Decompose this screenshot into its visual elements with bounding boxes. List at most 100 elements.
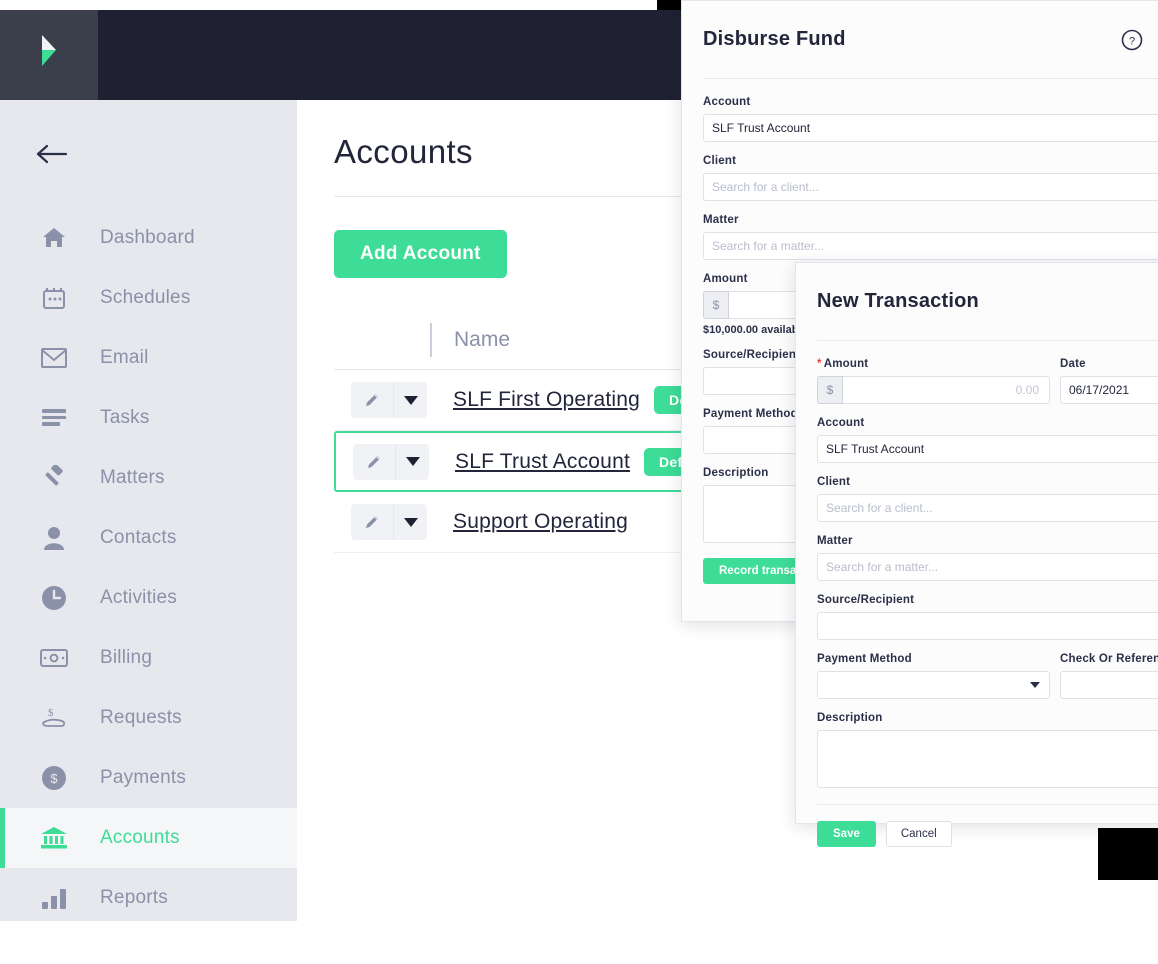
row-actions [334, 382, 430, 418]
hand-money-icon: $ [22, 705, 86, 731]
sidebar-collapse-button[interactable] [0, 100, 297, 208]
cancel-button[interactable]: Cancel [885, 821, 952, 847]
field-label: Date [1060, 358, 1086, 370]
sidebar-item-label: Dashboard [100, 227, 195, 248]
envelope-icon [22, 348, 86, 368]
payment-check-row: Payment Method Check Or Reference No. [817, 653, 1158, 712]
row-dropdown-button[interactable] [393, 504, 427, 540]
dialog-header-actions: ? [1121, 29, 1158, 51]
sidebar-item-label: Billing [100, 647, 153, 668]
description-textarea[interactable] [817, 730, 1158, 788]
field-label: Account [817, 417, 865, 429]
client-search-input[interactable]: Search for a client... [817, 494, 1158, 522]
field-label: Description [817, 712, 883, 724]
banknote-icon [22, 649, 86, 667]
sidebar-item-schedules[interactable]: Schedules [0, 268, 297, 328]
amount-input-group: $ 0.00 [817, 376, 1050, 404]
currency-prefix: $ [817, 376, 843, 404]
account-input[interactable]: SLF Trust Account [817, 435, 1158, 463]
pencil-icon [368, 455, 380, 468]
matter-search-input[interactable]: Search for a matter... [817, 553, 1158, 581]
field-matter: Matter Search for a matter... [817, 535, 1158, 581]
sidebar-item-accounts[interactable]: Accounts [0, 808, 297, 868]
date-input[interactable]: 06/17/2021 [1060, 376, 1158, 404]
dialog-title: New Transaction [817, 290, 979, 312]
pencil-icon [366, 394, 378, 406]
home-icon [22, 226, 86, 250]
sidebar-item-label: Matters [100, 467, 165, 488]
sidebar-item-contacts[interactable]: Contacts [0, 508, 297, 568]
amount-input[interactable]: 0.00 [843, 376, 1050, 404]
field-source-recipient: Source/Recipient [817, 594, 1158, 640]
question-circle-icon[interactable]: ? [1121, 29, 1143, 51]
column-label-name: Name [454, 327, 511, 351]
field-account: Account SLF Trust Account [817, 417, 1158, 463]
sidebar-item-label: Schedules [100, 287, 191, 308]
sidebar-item-dashboard[interactable]: Dashboard [0, 208, 297, 268]
matter-search-input[interactable]: Search for a matter... [703, 232, 1158, 260]
sidebar-item-tasks[interactable]: Tasks [0, 388, 297, 448]
sidebar-item-requests[interactable]: $ Requests [0, 688, 297, 748]
field-account: Account SLF Trust Account [703, 96, 1158, 142]
row-name-cell: Support Operating [430, 510, 628, 534]
calendar-icon [22, 286, 86, 310]
sidebar-item-label: Payments [100, 767, 187, 788]
field-description: Description [817, 712, 1158, 788]
account-link[interactable]: SLF Trust Account [455, 450, 630, 474]
disburse-dialog-header: Disburse Fund ? [703, 1, 1158, 79]
field-label: * Amount [817, 358, 1050, 370]
clock-icon [22, 585, 86, 611]
sidebar-item-activities[interactable]: Activities [0, 568, 297, 628]
app-logo[interactable] [0, 10, 98, 100]
account-link[interactable]: SLF First Operating [453, 388, 640, 412]
app-root: Dashboard Schedules Email Tasks Matters [0, 0, 1158, 964]
sidebar-item-reports[interactable]: Reports [0, 868, 297, 928]
bottom-black-block [1098, 828, 1158, 880]
check-reference-input[interactable] [1060, 671, 1158, 699]
currency-prefix: $ [703, 291, 729, 319]
source-recipient-input[interactable] [817, 612, 1158, 640]
sidebar-item-label: Reports [100, 887, 168, 908]
sidebar-item-email[interactable]: Email [0, 328, 297, 388]
sidebar-item-payments[interactable]: $ Payments [0, 748, 297, 808]
field-label: Matter [817, 535, 853, 547]
sidebar-item-billing[interactable]: Billing [0, 628, 297, 688]
row-actions [336, 443, 432, 480]
field-label: Check Or Reference No. [1060, 653, 1158, 665]
list-icon [22, 408, 86, 428]
back-arrow-icon [36, 144, 68, 164]
edit-account-button[interactable] [351, 382, 393, 418]
field-label: Source/Recipient [817, 594, 915, 606]
pencil-icon [366, 516, 378, 528]
account-link[interactable]: Support Operating [453, 510, 628, 534]
sidebar-item-label: Email [100, 347, 149, 368]
bar-chart-icon [22, 887, 86, 909]
sidebar-item-matters[interactable]: Matters [0, 448, 297, 508]
payment-method-select[interactable] [817, 671, 1050, 699]
edit-account-button[interactable] [351, 504, 393, 540]
field-label: Account [703, 96, 751, 108]
field-date: Date 06/17/2021 [1060, 358, 1158, 404]
dialog-title: Disburse Fund [703, 28, 846, 50]
field-client: Client Search for a client... [703, 155, 1158, 201]
row-dropdown-button[interactable] [395, 443, 429, 480]
bank-icon [22, 826, 86, 850]
leaf-logo-icon [42, 35, 56, 66]
svg-text:?: ? [1129, 35, 1135, 47]
add-account-button[interactable]: Add Account [334, 230, 507, 278]
page-title: Accounts [334, 133, 473, 170]
svg-text:$: $ [48, 707, 54, 719]
gavel-icon [22, 465, 86, 491]
row-actions [334, 504, 430, 540]
edit-account-button[interactable] [353, 443, 395, 480]
account-input[interactable]: SLF Trust Account [703, 114, 1158, 142]
svg-text:$: $ [50, 771, 58, 786]
amount-date-row: * Amount $ 0.00 Date 06/17/2021 [817, 358, 1158, 417]
sidebar-item-label: Contacts [100, 527, 177, 548]
field-client: Client Search for a client... [817, 476, 1158, 522]
chevron-down-icon [403, 517, 418, 527]
new-transaction-dialog: New Transaction * Amount $ 0.00 Date 06/1… [795, 262, 1158, 847]
client-search-input[interactable]: Search for a client... [703, 173, 1158, 201]
save-button[interactable]: Save [817, 821, 876, 847]
row-dropdown-button[interactable] [393, 382, 427, 418]
